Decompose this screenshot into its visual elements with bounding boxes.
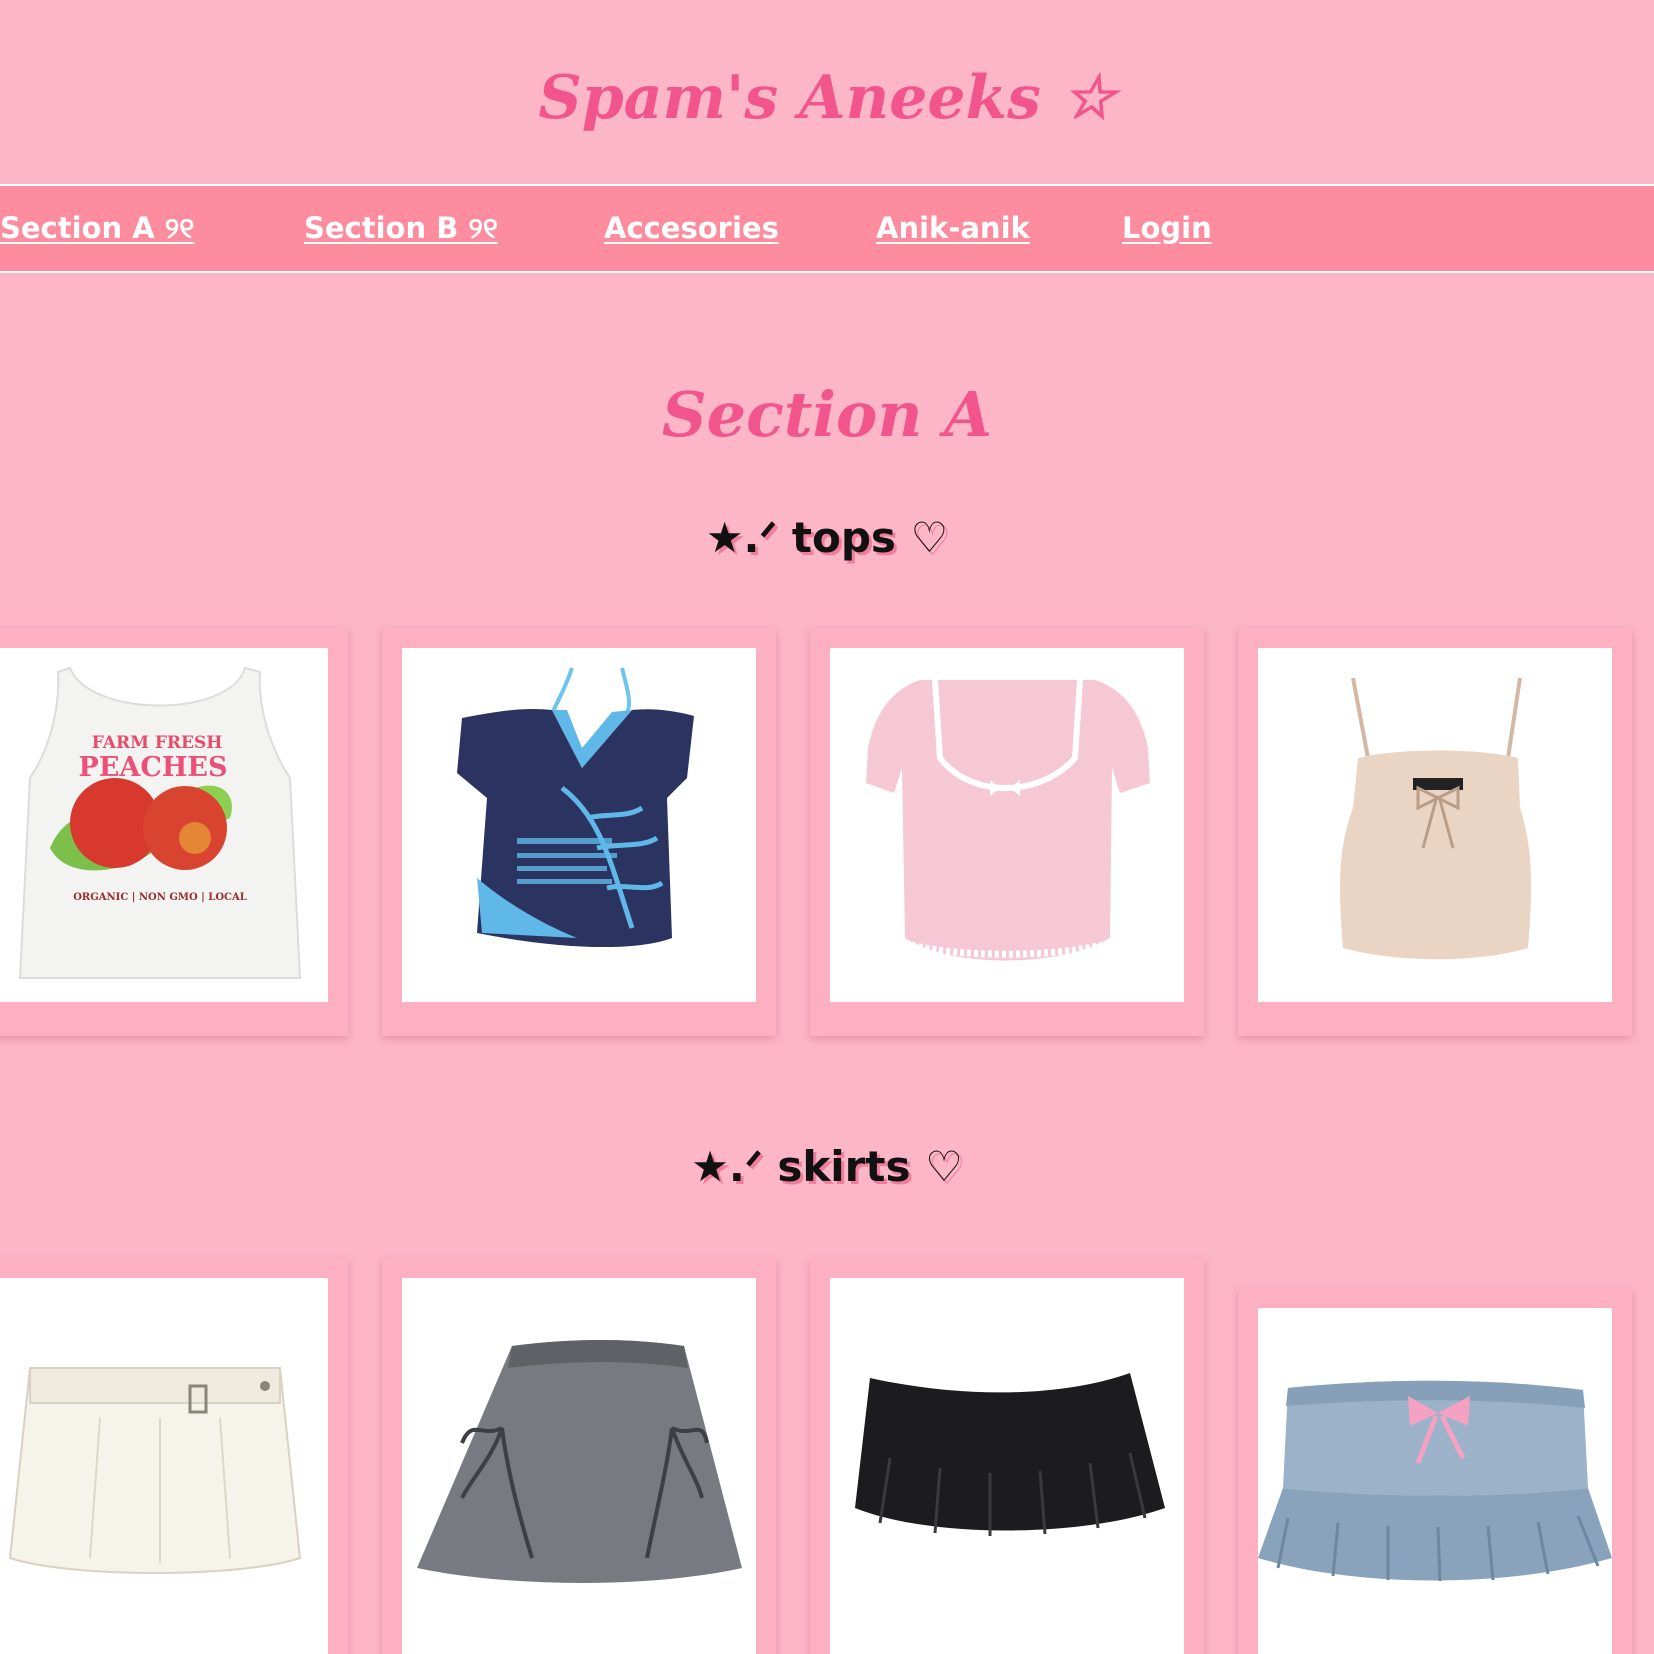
product-card-camisole[interactable] — [1238, 628, 1632, 1036]
product-image-camisole — [1258, 648, 1612, 1002]
category-heading-tops: ★.ᐟ tops ♡ — [705, 513, 949, 562]
white-skirt-illustration — [8, 1367, 302, 1574]
navy-tee-illustration — [457, 667, 694, 948]
product-card-tank-top[interactable]: FARM FRESH PEACHES ORGANIC | NON GMO | L… — [0, 628, 348, 1036]
product-card-grey-skirt[interactable] — [382, 1258, 776, 1654]
camisole-illustration — [1340, 677, 1532, 960]
nav-link-section-a[interactable]: Section A ୨୧ — [0, 208, 194, 248]
product-card-black-skirt[interactable] — [810, 1258, 1204, 1654]
product-card-denim-skirt[interactable] — [1238, 1288, 1632, 1654]
product-image-peach-tank: FARM FRESH PEACHES ORGANIC | NON GMO | L… — [0, 648, 328, 1002]
print-text-organic: ORGANIC | NON GMO | LOCAL — [73, 892, 247, 903]
denim-skirt-illustration — [1258, 1380, 1612, 1582]
product-image-white-skirt — [0, 1278, 328, 1654]
tank-top-illustration: FARM FRESH PEACHES ORGANIC | NON GMO | L… — [18, 666, 302, 979]
nav-link-section-b[interactable]: Section B ୨୧ — [304, 208, 498, 248]
product-card-white-skirt[interactable] — [0, 1258, 348, 1654]
product-image-black-skirt — [830, 1278, 1184, 1654]
product-image-grey-skirt — [402, 1278, 756, 1654]
nav-link-accesories[interactable]: Accesories — [604, 208, 779, 248]
nav-link-anik-anik[interactable]: Anik-anik — [876, 208, 1030, 248]
product-image-navy-tee — [402, 648, 756, 1002]
black-skirt-illustration — [855, 1373, 1165, 1536]
print-text-peaches: PEACHES — [79, 752, 228, 783]
nav-link-login[interactable]: Login — [1122, 208, 1212, 248]
product-card-navy-tee[interactable] — [382, 628, 776, 1036]
product-card-pink-top[interactable] — [810, 628, 1204, 1036]
section-title: Section A — [661, 378, 993, 451]
page: Spam's Aneeks ☆ Section A ୨୧ Section B ୨… — [0, 0, 1654, 1654]
product-image-denim-skirt — [1258, 1308, 1612, 1654]
product-image-pink-top — [830, 648, 1184, 1002]
pink-top-illustration — [866, 679, 1150, 961]
site-title: Spam's Aneeks ☆ — [538, 63, 1116, 133]
category-heading-skirts: ★.ᐟ skirts ♡ — [691, 1142, 963, 1191]
nav-bar: Section A ୨୧ Section B ୨୧ Accesories Ani… — [0, 184, 1654, 273]
grey-skirt-illustration — [417, 1340, 742, 1583]
print-text-farm-fresh: FARM FRESH — [92, 733, 223, 753]
